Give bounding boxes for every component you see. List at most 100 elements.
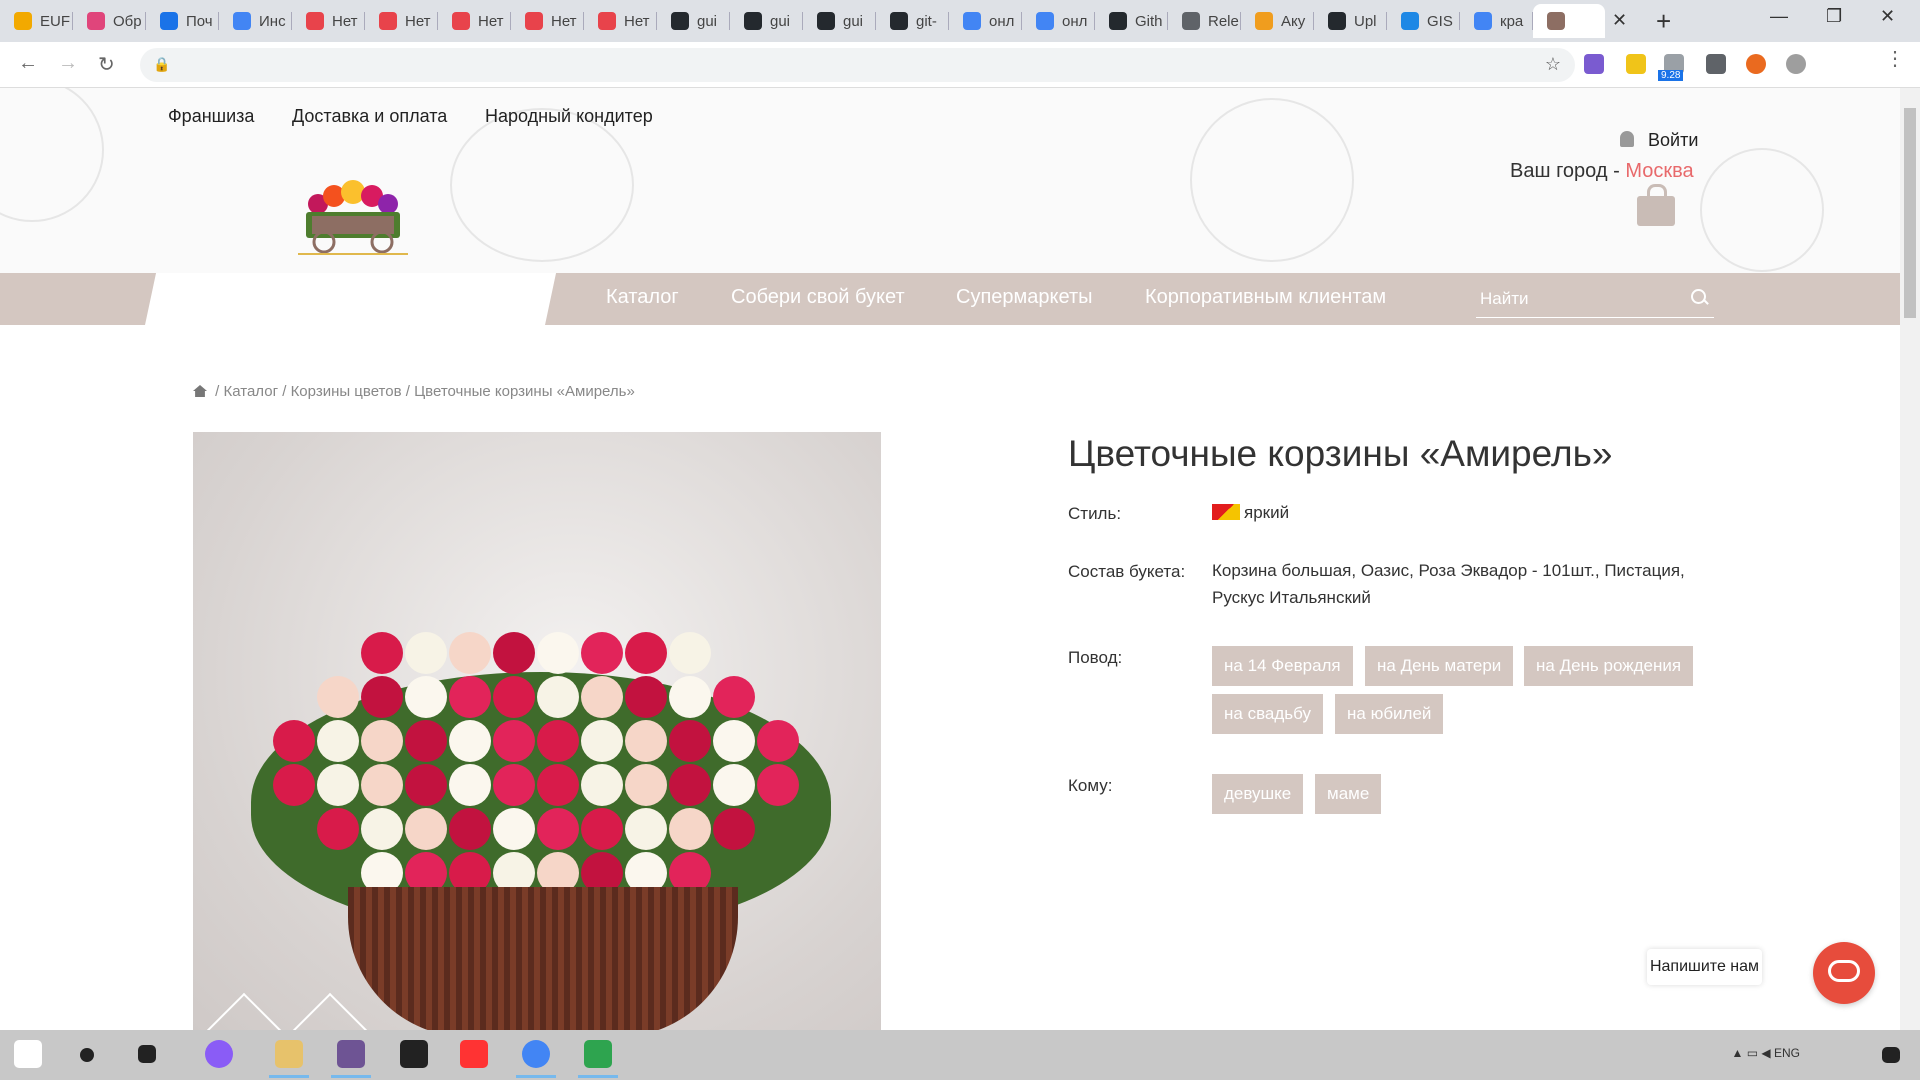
scrollbar-thumb[interactable] [1904,108,1916,318]
browser-tab[interactable]: Нет [292,4,365,38]
browser-tab[interactable]: Нет [438,4,511,38]
browser-tab[interactable]: Нет [511,4,584,38]
menu-corporate[interactable]: Корпоративным клиентам [1145,286,1386,309]
delivery-link[interactable]: Доставка и оплата [292,106,447,127]
notifications-icon[interactable] [1882,1047,1900,1063]
rose [449,676,491,718]
photo-next-arrow-icon[interactable] [291,992,369,1030]
tab-label: онл [989,12,1015,30]
browser-tab[interactable]: EUF [0,4,73,38]
alice-icon[interactable] [205,1040,233,1068]
menu-supermarkets[interactable]: Супермаркеты [956,286,1092,309]
confectioner-link[interactable]: Народный кондитер [485,106,653,127]
gear-extension-icon[interactable] [1786,54,1806,74]
browser-tab[interactable]: Gith [1095,4,1168,38]
chat-bubble-icon[interactable] [1813,942,1875,1004]
browser-tab[interactable]: Upl [1314,4,1387,38]
recipient-tag[interactable]: маме [1315,774,1382,814]
back-icon[interactable]: ← [18,52,38,75]
app-icon[interactable] [578,1040,618,1078]
cart-bag-icon[interactable] [1637,184,1675,226]
browser-tab[interactable]: git- [876,4,949,38]
menu-dots-icon[interactable]: ⋮ [1885,46,1905,71]
product-photo[interactable] [193,432,881,1030]
tool-extension-icon[interactable] [1706,54,1726,74]
tab-favicon-icon [1474,12,1492,30]
photo-basket [348,887,738,1030]
new-tab-button[interactable]: + [1656,6,1671,37]
browser-tab[interactable]: Rele [1168,4,1241,38]
search-icon[interactable] [1691,289,1706,304]
login-link[interactable]: Войти [1620,130,1698,151]
recipient-tag[interactable]: девушке [1212,774,1304,814]
franchise-link[interactable]: Франшиза [168,106,254,127]
browser-tab[interactable]: онл [1022,4,1095,38]
browser-tab[interactable]: Инс [219,4,292,38]
occasion-tag[interactable]: на свадьбу [1212,694,1324,734]
rose [537,720,579,762]
tab-label: Поч [186,12,213,30]
home-icon[interactable] [193,385,207,397]
rose [361,676,403,718]
active-browser-tab[interactable] [1533,4,1605,38]
menu-build-bouquet[interactable]: Собери свой букет [731,286,905,309]
page-scrollbar[interactable] [1900,88,1920,1030]
occasion-tag[interactable]: на День рождения [1524,646,1694,686]
search-taskbar-icon[interactable] [80,1048,94,1062]
site-logo[interactable] [298,176,408,256]
product-title: Цветочные корзины «Амирель» [1068,433,1613,474]
explorer-icon[interactable] [269,1040,309,1078]
occasion-tag[interactable]: на День матери [1365,646,1514,686]
browser-tab[interactable]: Поч [146,4,219,38]
tab-favicon-icon [14,12,32,30]
menu-catalog[interactable]: Каталог [606,286,679,309]
start-icon[interactable] [14,1040,42,1068]
tab-favicon-icon [233,12,251,30]
chrome-icon[interactable] [516,1040,556,1078]
browser-tab[interactable]: gui [657,4,730,38]
reload-icon[interactable]: ↻ [98,52,115,77]
jetbrains-icon[interactable] [400,1040,428,1068]
browser-tab[interactable]: gui [803,4,876,38]
browser-tab[interactable]: кра [1460,4,1533,38]
address-bar[interactable]: 🔒 ☆ [140,48,1575,82]
minimize-icon[interactable]: — [1770,6,1788,27]
fire-extension-icon[interactable] [1746,54,1766,74]
bookmark-star-icon[interactable]: ☆ [1545,54,1561,75]
yandex-browser-icon[interactable] [460,1040,488,1068]
chat-prompt[interactable]: Напишите нам [1647,949,1762,985]
breadcrumb-baskets[interactable]: Корзины цветов [291,383,402,400]
maximize-icon[interactable]: ❐ [1826,6,1842,27]
rose [537,764,579,806]
city-link[interactable]: Москва [1625,160,1693,182]
browser-tab[interactable]: Нет [584,4,657,38]
breadcrumb-catalog[interactable]: Каталог [224,383,279,400]
rose [713,720,755,762]
notes-extension-icon[interactable] [1626,54,1646,74]
browser-tab[interactable]: Нет [365,4,438,38]
occasion-tag[interactable]: на 14 Февраля [1212,646,1353,686]
browser-tab[interactable]: Аку [1241,4,1314,38]
browser-tab[interactable]: GIS [1387,4,1460,38]
search-box [1476,281,1714,318]
rose [581,720,623,762]
rose [581,676,623,718]
browser-tab[interactable]: gui [730,4,803,38]
photo-prev-arrow-icon[interactable] [205,992,283,1030]
clock[interactable] [1857,1038,1860,1070]
browser-tab[interactable]: Обр [73,4,146,38]
browser-tab[interactable]: онл [949,4,1022,38]
lock-icon: 🔒 [153,56,171,72]
tab-label: Нет [332,12,358,30]
close-tab-icon[interactable]: ✕ [1612,10,1627,31]
close-window-icon[interactable]: ✕ [1880,6,1895,27]
tab-label: git- [916,12,937,30]
task-view-icon[interactable] [138,1045,156,1063]
github-desktop-icon[interactable] [331,1040,371,1078]
extension-badge: 9.28 [1658,70,1684,81]
occasion-tag[interactable]: на юбилей [1335,694,1444,734]
system-tray[interactable]: ▲ ▭ ◀ ENG [1732,1046,1800,1060]
pen-extension-icon[interactable] [1584,54,1604,74]
search-input[interactable] [1476,281,1680,317]
forward-icon[interactable]: → [58,52,78,75]
